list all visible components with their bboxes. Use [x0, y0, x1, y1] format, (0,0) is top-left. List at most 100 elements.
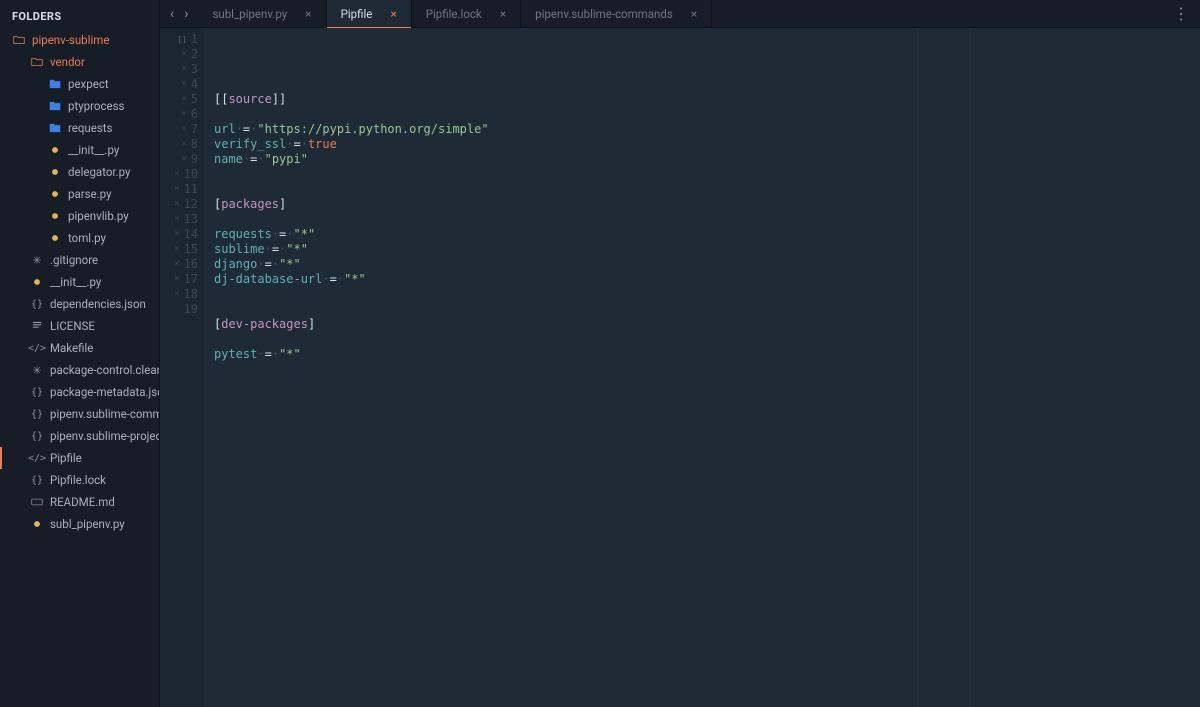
line-number: 12: [184, 197, 198, 212]
code-line[interactable]: [214, 302, 1200, 317]
py-icon: [48, 187, 62, 201]
tree-item-package-control-clean[interactable]: ✳package-control.clean: [0, 359, 159, 381]
code-line[interactable]: url·=·"https://pypi.python.org/simple": [214, 122, 1200, 137]
tree-item-parse-py[interactable]: parse.py: [0, 183, 159, 205]
line-number: 11: [184, 182, 198, 197]
line-number: 5: [191, 92, 198, 107]
text-icon: [30, 319, 44, 333]
tree-item--gitignore[interactable]: ✳.gitignore: [0, 249, 159, 271]
code-line[interactable]: dj-database-url·=·"*": [214, 272, 1200, 287]
tree-item-label: Makefile: [50, 341, 93, 355]
gutter-line: × 11: [160, 182, 204, 197]
gutter-line: ×5: [160, 92, 204, 107]
tree-item-pipfile-lock[interactable]: {}Pipfile.lock: [0, 469, 159, 491]
code-area[interactable]: [[source]] url·=·"https://pypi.python.org…: [204, 28, 1200, 707]
tree-item-pipenv-sublime-comm[interactable]: {} pipenv.sublime-comm: [0, 403, 159, 425]
tab-bar: ‹ › subl_pipenv.py×Pipfile×Pipfile.lock×…: [160, 0, 1200, 28]
folder-blue-icon: [48, 121, 62, 135]
tree-item-label: toml.py: [68, 231, 106, 245]
nav-forward-icon[interactable]: ›: [184, 6, 188, 22]
close-icon[interactable]: ×: [390, 7, 396, 21]
tree-item-label: requests: [68, 121, 113, 135]
tree-item-label: pipenv.sublime-comm: [50, 407, 159, 421]
code-line[interactable]: [214, 362, 1200, 377]
code-line[interactable]: [214, 212, 1200, 227]
tree-item--init-py[interactable]: __init__.py: [0, 139, 159, 161]
gutter-line: ×4: [160, 77, 204, 92]
py-icon: [30, 517, 44, 531]
tree-item-label: vendor: [50, 55, 85, 69]
tree-item-pipenv-sublime-projec[interactable]: {}pipenv.sublime-projec: [0, 425, 159, 447]
tree-item-requests[interactable]: requests: [0, 117, 159, 139]
modified-mark-icon: ×: [181, 47, 186, 62]
close-icon[interactable]: ×: [691, 7, 697, 21]
line-number: 14: [184, 227, 198, 242]
gutter-line: ×16: [160, 257, 204, 272]
tree-item-pexpect[interactable]: pexpect: [0, 73, 159, 95]
gutter-line: 19: [160, 302, 204, 317]
code-line[interactable]: [dev-packages]: [214, 317, 1200, 332]
editor[interactable]: []1×2×3×4×5×6×7×8×9×10×11×12×13×14×15×16…: [160, 28, 1200, 707]
line-number: 16: [184, 257, 198, 272]
modified-mark-icon: ×: [181, 62, 186, 77]
close-icon[interactable]: ×: [500, 7, 506, 21]
gutter-line: ×6: [160, 107, 204, 122]
tab-subl-pipenv-py[interactable]: subl_pipenv.py×: [198, 0, 326, 27]
tab-pipenv-sublime-commands[interactable]: pipenv.sublime-commands×: [521, 0, 712, 27]
tree-item-subl-pipenv-py[interactable]: subl_pipenv.py: [0, 513, 159, 535]
tree-item--init-py[interactable]: __init__.py: [0, 271, 159, 293]
code-line[interactable]: [214, 332, 1200, 347]
json-icon: {}: [30, 407, 44, 421]
tree-item-ptyprocess[interactable]: ptyprocess: [0, 95, 159, 117]
tab-label: Pipfile: [341, 7, 373, 21]
code-line[interactable]: [214, 182, 1200, 197]
code-line[interactable]: [214, 107, 1200, 122]
py-icon: [48, 209, 62, 223]
modified-mark-icon: ×: [181, 137, 186, 152]
code-line[interactable]: requests·=·"*": [214, 227, 1200, 242]
folder-open-icon: [12, 33, 26, 47]
modified-mark-icon: ×: [174, 167, 179, 182]
code-line[interactable]: sublime·=·"*": [214, 242, 1200, 257]
line-number: 7: [191, 122, 198, 137]
tree-item-license[interactable]: LICENSE: [0, 315, 159, 337]
modified-mark-icon: ×: [181, 92, 186, 107]
code-line[interactable]: [214, 167, 1200, 182]
code-line[interactable]: name·=·"pypi": [214, 152, 1200, 167]
star-icon: ✳: [30, 363, 44, 377]
fold-icon[interactable]: []: [177, 32, 187, 47]
code-line[interactable]: [214, 287, 1200, 302]
tree-item-package-metadata-jso[interactable]: {}package-metadata.jso: [0, 381, 159, 403]
tree-item-pipenvlib-py[interactable]: pipenvlib.py: [0, 205, 159, 227]
tree-item-pipenv-sublime[interactable]: pipenv-sublime: [0, 29, 159, 51]
code-line[interactable]: [[source]]: [214, 92, 1200, 107]
tree-item-delegator-py[interactable]: delegator.py: [0, 161, 159, 183]
code-line[interactable]: django·=·"*": [214, 257, 1200, 272]
tree-item-label: LICENSE: [50, 319, 95, 333]
tree-item-label: subl_pipenv.py: [50, 517, 125, 531]
gutter-line: ×14: [160, 227, 204, 242]
folder-tree: pipenv-sublime vendor pexpectptyprocess req…: [0, 29, 159, 707]
code-line[interactable]: verify_ssl·=·true: [214, 137, 1200, 152]
tree-item-pipfile[interactable]: </>Pipfile: [0, 447, 159, 469]
overflow-menu-icon[interactable]: ⋮: [1161, 0, 1200, 27]
gutter-line: ×9: [160, 152, 204, 167]
tree-item-vendor[interactable]: vendor: [0, 51, 159, 73]
sidebar: FOLDERS pipenv-sublimevendorpexpectptypr…: [0, 0, 160, 707]
code-line[interactable]: pytest·=·"*": [214, 347, 1200, 362]
nav-back-icon[interactable]: ‹: [170, 6, 174, 22]
close-icon[interactable]: ×: [305, 7, 311, 21]
modified-mark-icon: ×: [174, 197, 179, 212]
code-line[interactable]: [packages]: [214, 197, 1200, 212]
tab-pipfile[interactable]: Pipfile ×: [327, 0, 412, 27]
tree-item-readme-md[interactable]: README.md: [0, 491, 159, 513]
tree-item-toml-py[interactable]: toml.py: [0, 227, 159, 249]
line-number: 15: [184, 242, 198, 257]
modified-mark-icon: ×: [174, 182, 179, 197]
tree-item-makefile[interactable]: </>Makefile: [0, 337, 159, 359]
tree-item-dependencies-json[interactable]: {}dependencies.json: [0, 293, 159, 315]
tabs-container: subl_pipenv.py×Pipfile×Pipfile.lock×pipe…: [198, 0, 712, 27]
tree-item-label: .gitignore: [50, 253, 98, 267]
gutter: []1×2×3×4×5×6×7×8×9×10×11×12×13×14×15×16…: [160, 28, 204, 707]
tab-pipfile-lock[interactable]: Pipfile.lock×: [412, 0, 521, 27]
